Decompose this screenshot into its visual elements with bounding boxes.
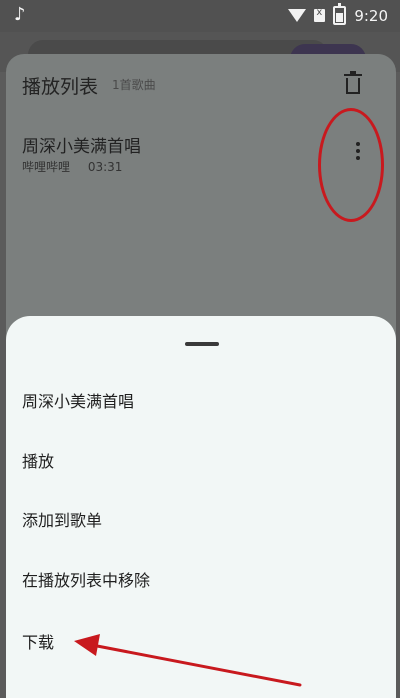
status-bar: ♪ 9:20 [0, 0, 400, 32]
song-source: 哔哩哔哩 [22, 160, 71, 174]
menu-item-remove-from-queue[interactable]: 在播放列表中移除 [6, 551, 396, 607]
menu-item-add-to-playlist[interactable]: 添加到歌单 [6, 491, 396, 547]
sim-icon [314, 7, 326, 22]
song-title[interactable]: 周深小美满首唱 [22, 132, 141, 157]
song-duration: 03:31 [87, 160, 123, 174]
menu-song-title: 周深小美满首唱 [22, 392, 135, 411]
drag-handle[interactable] [185, 342, 219, 346]
status-time: 9:20 [354, 6, 388, 25]
menu-item-play[interactable]: 播放 [6, 432, 396, 488]
annotation-ellipse [318, 108, 384, 222]
status-icons: 9:20 [288, 3, 388, 25]
music-note-icon: ♪ [14, 4, 26, 25]
playlist-title: 播放列表 [22, 76, 99, 98]
playlist-count: 1首歌曲 [112, 78, 156, 92]
song-options-sheet: 周深小美满首唱 播放 添加到歌单 在播放列表中移除 下载 [6, 316, 396, 698]
trash-icon[interactable] [344, 71, 362, 94]
song-meta: 哔哩哔哩 03:31 [22, 158, 136, 175]
menu-item-download[interactable]: 下载 [6, 613, 396, 669]
wifi-icon [288, 9, 307, 22]
battery-icon [333, 3, 347, 25]
